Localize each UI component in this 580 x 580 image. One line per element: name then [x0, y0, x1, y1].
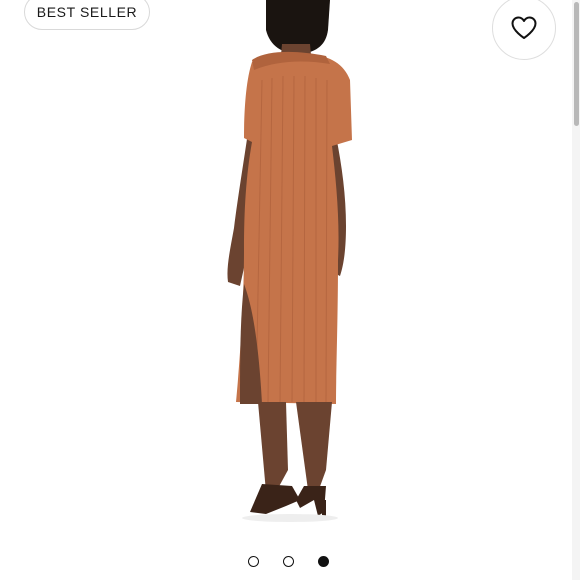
best-seller-badge: BEST SELLER	[24, 0, 150, 30]
best-seller-label: BEST SELLER	[36, 4, 138, 20]
product-image[interactable]	[0, 0, 572, 540]
carousel-dot[interactable]	[283, 556, 294, 567]
dress-model-photo	[227, 0, 352, 522]
heart-icon	[511, 16, 537, 39]
scrollbar[interactable]	[572, 0, 580, 580]
carousel-indicators	[248, 556, 329, 567]
scrollbar-thumb[interactable]	[574, 2, 579, 126]
carousel-dot[interactable]	[248, 556, 259, 567]
carousel-dot-active[interactable]	[318, 556, 329, 567]
